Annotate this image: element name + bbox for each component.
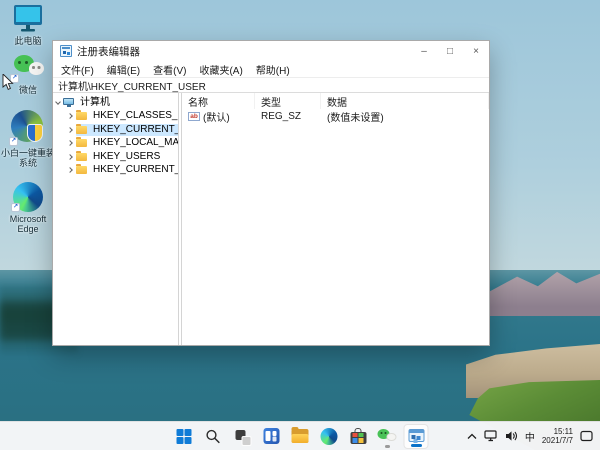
tree-item-hkey-users[interactable]: HKEY_USERS bbox=[53, 150, 178, 164]
folder-icon bbox=[76, 110, 87, 121]
value-type: REG_SZ bbox=[261, 110, 302, 122]
wechat-icon bbox=[377, 428, 397, 444]
microsoft-store-icon bbox=[350, 428, 366, 444]
desktop-icon-label: 此电脑 bbox=[14, 36, 42, 46]
close-button[interactable]: × bbox=[463, 41, 489, 61]
registry-editor-app-icon bbox=[60, 45, 72, 57]
notification-icon bbox=[580, 430, 593, 442]
tree-item-computer[interactable]: 计算机 bbox=[53, 96, 178, 110]
registry-tree-pane: 计算机 HKEY_CLASSES_ROOT HKEY bbox=[53, 93, 178, 345]
tree-item-hkey-classes-root[interactable]: HKEY_CLASSES_ROOT bbox=[53, 110, 178, 124]
folder-icon bbox=[76, 150, 87, 161]
taskbar: 中 15:11 2021/7/7 bbox=[0, 421, 600, 450]
registry-editor-taskbar-button[interactable] bbox=[403, 423, 429, 449]
tray-date: 2021/7/7 bbox=[541, 436, 573, 445]
widgets-button[interactable] bbox=[259, 424, 284, 449]
tree-item-hkey-current-config[interactable]: HKEY_CURRENT_CONFIG bbox=[53, 164, 178, 178]
this-pc-icon bbox=[11, 4, 45, 34]
tree-item-hkey-local-machine[interactable]: HKEY_LOCAL_MACHINE bbox=[53, 137, 178, 151]
volume-icon bbox=[505, 431, 517, 441]
chevron-up-icon bbox=[467, 433, 477, 439]
edge-icon: ↗ bbox=[11, 182, 45, 212]
shortcut-arrow-icon: ↗ bbox=[11, 203, 20, 212]
start-button[interactable] bbox=[172, 424, 197, 449]
selected-tree-item: HKEY_CURRENT_USER bbox=[76, 123, 178, 136]
search-button[interactable] bbox=[201, 424, 226, 449]
value-row-default[interactable]: ab (默认) REG_SZ (数值未设置) bbox=[182, 109, 489, 124]
column-header-data[interactable]: 数据 bbox=[321, 93, 489, 109]
tree-item-hkey-current-user[interactable]: HKEY_CURRENT_USER bbox=[53, 123, 178, 137]
file-explorer-icon bbox=[291, 427, 309, 443]
network-button[interactable] bbox=[484, 430, 498, 442]
widgets-icon bbox=[263, 428, 279, 444]
folder-icon bbox=[76, 137, 87, 148]
menu-file[interactable]: 文件(F) bbox=[61, 62, 94, 77]
hidden-icons-button[interactable] bbox=[467, 433, 477, 440]
clock[interactable]: 15:11 2021/7/7 bbox=[542, 427, 573, 446]
windows-logo-icon bbox=[176, 428, 192, 444]
edge-icon bbox=[320, 427, 338, 445]
desktop-icon-xiaobai-reinstall[interactable]: ↗ 小白一键重装系统 bbox=[1, 110, 55, 168]
xiaobai-reinstall-icon: ↗ bbox=[9, 110, 47, 146]
microsoft-store-button[interactable] bbox=[346, 424, 371, 449]
running-indicator bbox=[384, 445, 390, 448]
chevron-right-icon[interactable] bbox=[66, 153, 76, 160]
value-data: (数值未设置) bbox=[327, 112, 384, 124]
file-explorer-button[interactable] bbox=[288, 424, 313, 449]
column-header-type[interactable]: 类型 bbox=[255, 93, 321, 109]
mouse-cursor bbox=[2, 72, 14, 96]
registry-editor-window: 注册表编辑器 – □ × 文件(F) 编辑(E) 查看(V) 收藏夹(A) 帮助… bbox=[52, 40, 490, 346]
chevron-down-icon[interactable] bbox=[53, 98, 63, 105]
computer-icon bbox=[63, 98, 74, 108]
desktop-icon-label: 微信 bbox=[18, 85, 37, 95]
notification-center-button[interactable] bbox=[580, 430, 593, 442]
ime-indicator[interactable]: 中 bbox=[525, 429, 535, 444]
registry-values-pane: 名称 类型 数据 ab (默认) REG_SZ (数值未设置) bbox=[182, 93, 489, 345]
folder-icon bbox=[76, 123, 87, 134]
tray-time: 15:11 bbox=[553, 426, 573, 436]
network-icon bbox=[484, 430, 497, 442]
address-path: 计算机\HKEY_CURRENT_USER bbox=[58, 81, 206, 93]
menu-favorites[interactable]: 收藏夹(A) bbox=[199, 62, 242, 77]
menu-help[interactable]: 帮助(H) bbox=[256, 62, 290, 77]
maximize-button[interactable]: □ bbox=[437, 41, 463, 61]
folder-icon bbox=[76, 164, 87, 175]
chevron-right-icon[interactable] bbox=[66, 113, 76, 120]
wallpaper-reflection bbox=[0, 302, 60, 340]
window-titlebar[interactable]: 注册表编辑器 – □ × bbox=[53, 41, 489, 61]
desktop: 此电脑 ↗ 微信 ↗ 小白一键重装系统 ↗ Microsoft Edge 注册表… bbox=[0, 0, 600, 450]
shortcut-arrow-icon: ↗ bbox=[9, 137, 18, 146]
menu-edit[interactable]: 编辑(E) bbox=[107, 62, 140, 77]
minimize-button[interactable]: – bbox=[411, 41, 437, 61]
edge-button[interactable] bbox=[317, 424, 342, 449]
chevron-right-icon[interactable] bbox=[66, 126, 76, 133]
desktop-icon-this-pc[interactable]: 此电脑 bbox=[1, 4, 55, 46]
reg-string-ab-icon: ab bbox=[188, 111, 200, 121]
volume-button[interactable] bbox=[505, 430, 518, 442]
list-header: 名称 类型 数据 bbox=[182, 93, 489, 109]
desktop-icon-edge[interactable]: ↗ Microsoft Edge bbox=[1, 182, 55, 234]
address-bar[interactable]: 计算机\HKEY_CURRENT_USER bbox=[53, 77, 489, 93]
wechat-taskbar-button[interactable] bbox=[375, 424, 400, 449]
active-indicator bbox=[410, 444, 422, 447]
wechat-icon: ↗ bbox=[10, 55, 46, 83]
menu-view[interactable]: 查看(V) bbox=[153, 62, 186, 77]
task-view-button[interactable] bbox=[230, 424, 255, 449]
window-title: 注册表编辑器 bbox=[77, 45, 140, 58]
chevron-right-icon[interactable] bbox=[66, 167, 76, 174]
desktop-icon-label: Microsoft Edge bbox=[9, 214, 47, 234]
search-icon bbox=[206, 429, 220, 443]
chevron-right-icon[interactable] bbox=[66, 140, 76, 147]
desktop-icon-label: 小白一键重装系统 bbox=[1, 148, 56, 168]
registry-editor-icon bbox=[408, 428, 424, 444]
column-header-name[interactable]: 名称 bbox=[182, 93, 255, 109]
menu-bar: 文件(F) 编辑(E) 查看(V) 收藏夹(A) 帮助(H) bbox=[53, 61, 489, 77]
task-view-icon bbox=[232, 426, 253, 447]
value-name: (默认) bbox=[203, 112, 230, 124]
